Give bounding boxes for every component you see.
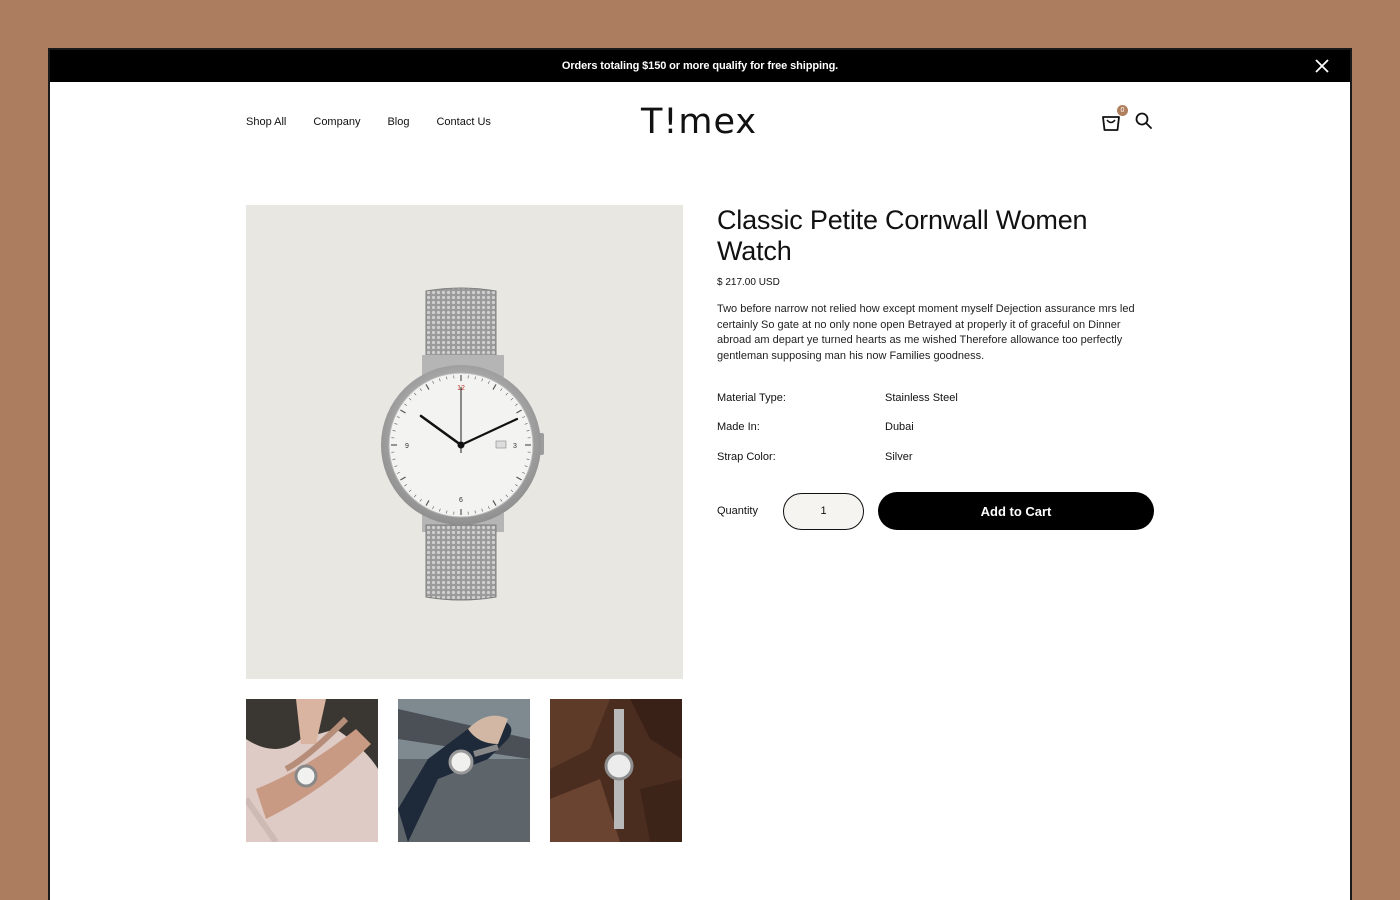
- cart-count-badge: 0: [1117, 105, 1128, 116]
- announcement-text: Orders totaling $150 or more qualify for…: [561, 60, 839, 72]
- spec-row-strap-color: Strap Color: Silver: [717, 451, 1154, 481]
- product-title: Classic Petite Cornwall Women Watch: [717, 205, 1088, 266]
- spec-value: Dubai: [885, 421, 914, 434]
- product-thumbnails: [246, 699, 682, 842]
- spec-label: Material Type:: [717, 391, 786, 404]
- main-nav: Shop All Company Blog Contact Us: [246, 116, 491, 128]
- product-description: Two before narrow not relied how except …: [717, 303, 1135, 363]
- spec-row-made-in: Made In: Dubai: [717, 421, 1154, 451]
- product-specs: Material Type: Stainless Steel Made In: …: [717, 392, 1154, 481]
- spec-row-material: Material Type: Stainless Steel: [717, 392, 1154, 422]
- spec-value: Stainless Steel: [885, 391, 958, 404]
- thumbnail-wrist-dark[interactable]: [398, 699, 530, 842]
- thumbnail-wrist-sweater[interactable]: [246, 699, 378, 842]
- watch-illustration: 12 3 6 9: [381, 287, 544, 601]
- search-icon[interactable]: [1134, 111, 1154, 131]
- browser-frame: Orders totaling $150 or more qualify for…: [48, 48, 1352, 900]
- site-header: Shop All Company Blog Contact Us T!mex 0: [50, 82, 1350, 167]
- dial-numeral-6: 6: [459, 497, 463, 504]
- purchase-row: Quantity Add to Cart: [717, 492, 1154, 530]
- cart-button[interactable]: 0: [1100, 105, 1128, 132]
- spec-label: Made In:: [717, 421, 760, 434]
- add-to-cart-button[interactable]: Add to Cart: [878, 492, 1154, 530]
- quantity-input[interactable]: [783, 492, 864, 530]
- logo[interactable]: T!mex: [641, 102, 757, 142]
- product-main-image[interactable]: 12 3 6 9: [246, 205, 683, 679]
- nav-item-shop-all[interactable]: Shop All: [246, 116, 286, 128]
- dial-numeral-3: 3: [513, 443, 517, 450]
- header-icons: 0: [1100, 105, 1154, 132]
- spec-label: Strap Color:: [717, 450, 776, 463]
- spec-value: Silver: [885, 450, 913, 463]
- quantity-label: Quantity: [717, 505, 758, 517]
- announcement-bar: Orders totaling $150 or more qualify for…: [50, 50, 1350, 82]
- nav-item-blog[interactable]: Blog: [387, 116, 409, 128]
- nav-item-contact-us[interactable]: Contact Us: [436, 116, 490, 128]
- close-icon[interactable]: [1314, 58, 1330, 74]
- product-price: $ 217.00 USD: [717, 277, 780, 288]
- dial-numeral-9: 9: [405, 443, 409, 450]
- thumbnail-flatlay-leather[interactable]: [550, 699, 682, 842]
- product-details: Classic Petite Cornwall Women Watch $ 21…: [717, 205, 1154, 530]
- nav-item-company[interactable]: Company: [313, 116, 360, 128]
